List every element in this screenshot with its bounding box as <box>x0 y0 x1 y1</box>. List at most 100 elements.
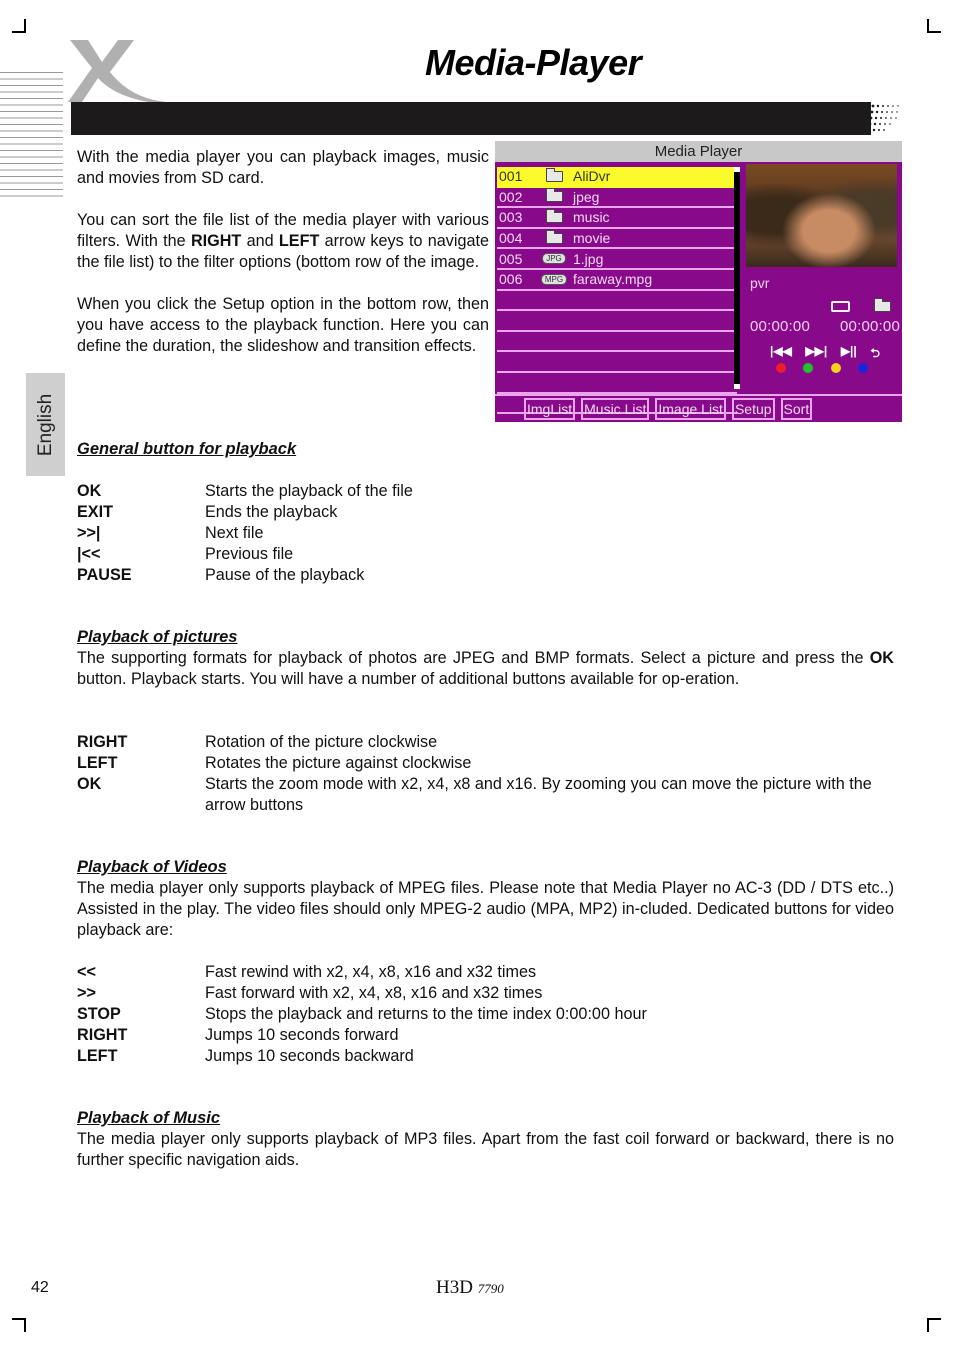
folder-icon <box>874 298 891 312</box>
intro-text: and <box>241 232 279 250</box>
file-type-badge-icon: MPG <box>535 273 573 285</box>
folder-shape <box>545 229 563 244</box>
key-row: EXIT Ends the playback <box>77 502 777 523</box>
key-description: Stops the playback and returns to the ti… <box>205 1005 647 1023</box>
key-row: LEFT Jumps 10 seconds backward <box>77 1046 894 1067</box>
repeat-icon[interactable]: ⮌ <box>870 344 880 365</box>
music-heading: Playback of Music <box>77 1109 221 1127</box>
file-name: movie <box>573 230 611 247</box>
pictures-heading: Playback of pictures <box>77 628 238 646</box>
color-key-dot <box>830 363 841 373</box>
key-name: OK <box>77 482 102 500</box>
general-heading: General button for playback <box>77 440 297 458</box>
key-name: RIGHT <box>77 1026 128 1044</box>
header-bar <box>71 102 871 135</box>
key-row: << Fast rewind with x2, x4, x8, x16 and x… <box>77 962 894 983</box>
pictures-text-part: The supporting formats for playback of p… <box>77 649 870 667</box>
key-name: >>| <box>77 524 101 542</box>
key-row: >> Fast forward with x2, x4, x8, x16 and … <box>77 983 894 1004</box>
file-name: AliDvr <box>573 168 611 185</box>
file-number: 005 <box>499 250 523 267</box>
key-name: OK <box>77 775 102 793</box>
file-list-empty-row <box>497 332 737 353</box>
file-list-empty-row <box>497 352 737 373</box>
time-elapsed: 00:00:00 <box>750 318 810 335</box>
key-row: |<< Previous file <box>77 544 777 565</box>
file-list-item[interactable]: 001 AliDvr <box>497 167 737 188</box>
language-tab-label: English <box>34 393 56 456</box>
file-name: jpeg <box>573 188 600 205</box>
file-list-scrollbar[interactable] <box>734 167 740 389</box>
key-name: PAUSE <box>77 566 132 584</box>
general-key-table: OK Starts the playback of the file EXIT End… <box>77 481 777 586</box>
crop-mark-bottom-left <box>12 1318 26 1332</box>
file-number: 006 <box>499 271 523 288</box>
pictures-key-table: RIGHT Rotation of the picture clockwise LE… <box>77 732 894 816</box>
color-key-dot <box>776 363 786 373</box>
key-name: |<< <box>77 545 101 563</box>
file-list-empty-row <box>497 311 737 332</box>
halftone-dots-decoration <box>862 104 899 132</box>
file-list-item[interactable]: 005 JPG 1.jpg <box>497 249 737 270</box>
key-description: Jumps 10 seconds forward <box>205 1026 399 1044</box>
folder-icon <box>535 188 573 203</box>
time-total: 00:00:00 <box>840 318 900 335</box>
folder-shape <box>545 167 563 182</box>
key-row: LEFT Rotates the picture against clockwis… <box>77 753 894 774</box>
key-name: LEFT <box>77 754 118 772</box>
key-description: Pause of the playback <box>205 566 365 584</box>
file-number: 001 <box>499 168 523 185</box>
crop-mark-top-right <box>927 19 941 33</box>
videos-text: The media player only supports playback … <box>77 879 894 939</box>
file-number: 004 <box>499 230 523 247</box>
key-row: >>| Next file <box>77 523 777 544</box>
intro-paragraph-2: You can sort the file list of the media … <box>77 210 489 273</box>
filter-tab[interactable]: Setup <box>731 398 775 420</box>
file-list-item[interactable]: 002 jpeg <box>497 188 737 209</box>
key-left-inline: LEFT <box>278 232 320 250</box>
file-name: 1.jpg <box>573 250 604 267</box>
play-pause-icon[interactable]: ▶|| <box>841 344 857 365</box>
folder-icon <box>535 229 573 244</box>
folder-shape <box>545 188 563 203</box>
filter-tab[interactable]: Sort <box>780 398 813 420</box>
time-display: 00:00:00 00:00:00 <box>750 318 900 335</box>
filter-tab[interactable]: Image List <box>655 398 726 420</box>
next-icon[interactable]: ▶▶| <box>805 344 827 365</box>
filter-tab[interactable]: Music List <box>581 398 650 420</box>
previous-icon[interactable]: |◀◀ <box>770 344 792 365</box>
key-row: RIGHT Jumps 10 seconds forward <box>77 1025 894 1046</box>
videos-heading: Playback of Videos <box>77 858 227 876</box>
key-ok-inline: OK <box>869 649 894 667</box>
filter-tabs: ImgList Music List Image List Setup Sort <box>524 398 813 420</box>
key-row: PAUSE Pause of the playback <box>77 565 777 586</box>
key-name: RIGHT <box>77 733 128 751</box>
key-description: Starts the playback of the file <box>205 482 413 500</box>
crop-mark-top-left <box>12 19 26 33</box>
file-list-item[interactable]: 006 MPG faraway.mpg <box>497 270 737 291</box>
key-row: OK Starts the zoom mode with x2, x4, x8 a… <box>77 774 894 816</box>
key-right-inline: RIGHT <box>190 232 242 250</box>
file-name: faraway.mpg <box>573 271 653 288</box>
file-list: 001 AliDvr 002 jpeg 003 music 004 movie 005 JPG 1.… <box>497 167 737 415</box>
filter-tab[interactable]: ImgList <box>524 398 576 420</box>
key-description: Previous file <box>205 545 294 563</box>
file-list-empty-row <box>497 373 737 394</box>
file-list-item[interactable]: 004 movie <box>497 229 737 250</box>
file-type-badge-icon: JPG <box>535 253 573 265</box>
file-number: 003 <box>499 209 523 226</box>
loop-icon <box>831 301 850 312</box>
side-stripes-decoration <box>0 72 63 200</box>
intro-paragraph-1: With the media player you can playback i… <box>77 148 489 187</box>
key-description: Ends the playback <box>205 503 338 521</box>
preview-thumbnail <box>746 164 897 267</box>
file-list-item[interactable]: 003 music <box>497 208 737 229</box>
key-description: Next file <box>205 524 264 542</box>
file-type-badge: MPG <box>540 273 568 285</box>
key-name: >> <box>77 984 96 1002</box>
videos-key-table: << Fast rewind with x2, x4, x8, x16 and x… <box>77 962 894 1067</box>
key-description: Rotation of the picture clockwise <box>205 733 438 751</box>
color-key-dot <box>857 363 868 373</box>
footer-brand: H3D 7790 <box>436 1277 504 1299</box>
playback-controls: |◀◀ ▶▶| ▶|| ⮌ <box>770 344 880 365</box>
